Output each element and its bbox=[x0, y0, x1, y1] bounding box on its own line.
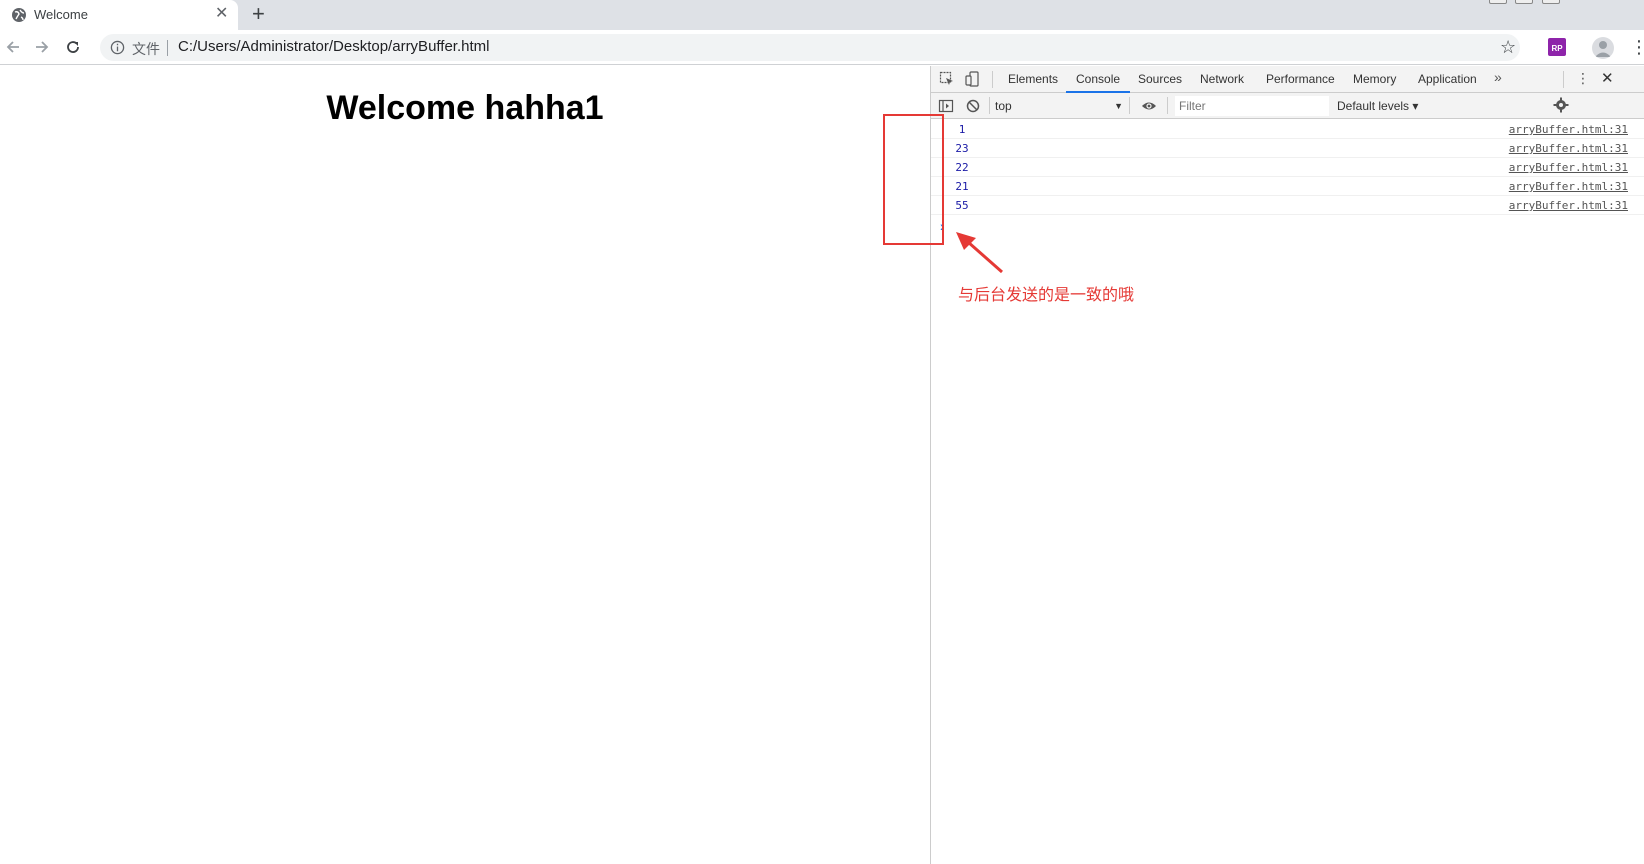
tab-title: Welcome bbox=[34, 7, 88, 22]
tab-close-icon[interactable]: ✕ bbox=[215, 5, 228, 23]
page-heading: Welcome hahha1 bbox=[326, 89, 604, 127]
back-icon[interactable] bbox=[3, 37, 23, 57]
console-row: 55 arryBuffer.html:31 bbox=[931, 196, 1644, 215]
page-viewport: Welcome hahha1 bbox=[0, 66, 930, 864]
log-value: 22 bbox=[955, 161, 969, 174]
bar-separator bbox=[1167, 97, 1168, 114]
bar-separator bbox=[1129, 97, 1130, 114]
source-link[interactable]: arryBuffer.html:31 bbox=[1509, 199, 1628, 212]
eye-icon[interactable] bbox=[1141, 98, 1157, 114]
context-value: top bbox=[995, 99, 1012, 113]
scheme-label: 文件 bbox=[132, 41, 160, 57]
tab-elements[interactable]: Elements bbox=[1008, 66, 1058, 93]
globe-icon bbox=[12, 8, 26, 22]
device-toolbar-icon[interactable] bbox=[965, 71, 981, 87]
source-link[interactable]: arryBuffer.html:31 bbox=[1509, 123, 1628, 136]
tab-strip: Welcome ✕ + bbox=[0, 0, 1644, 30]
log-value: 21 bbox=[955, 180, 969, 193]
tab-separator bbox=[1563, 71, 1564, 88]
reload-icon[interactable] bbox=[63, 37, 83, 57]
screen: Welcome ✕ + 文件 C:/Users/Administrator/De… bbox=[0, 0, 1644, 864]
console-row: 1 arryBuffer.html:31 bbox=[931, 120, 1644, 139]
browser-tab-welcome[interactable]: Welcome ✕ bbox=[0, 0, 238, 30]
browser-menu-icon[interactable]: ⋮ bbox=[1630, 37, 1644, 57]
context-select[interactable]: top ▼ bbox=[995, 97, 1123, 115]
source-link[interactable]: arryBuffer.html:31 bbox=[1509, 142, 1628, 155]
log-value: 23 bbox=[955, 142, 969, 155]
profile-avatar-icon[interactable] bbox=[1592, 37, 1614, 59]
more-tabs-icon[interactable]: » bbox=[1494, 69, 1502, 85]
annotation-arrow-icon bbox=[956, 232, 1003, 274]
source-link[interactable]: arryBuffer.html:31 bbox=[1509, 180, 1628, 193]
annotation-text: 与后台发送的是一致的哦 bbox=[958, 285, 1135, 304]
log-value: 55 bbox=[955, 199, 969, 212]
console-row: 23 arryBuffer.html:31 bbox=[931, 139, 1644, 158]
console-output: 1 arryBuffer.html:31 23 arryBuffer.html:… bbox=[931, 120, 1644, 234]
console-row: 21 arryBuffer.html:31 bbox=[931, 177, 1644, 196]
tab-console[interactable]: Console bbox=[1066, 66, 1131, 93]
log-levels-dropdown[interactable]: Default levels ▾ bbox=[1337, 96, 1418, 116]
source-link[interactable]: arryBuffer.html:31 bbox=[1509, 161, 1628, 174]
forward-icon[interactable] bbox=[32, 37, 52, 57]
extension-rp-icon[interactable]: RP bbox=[1548, 38, 1566, 56]
tab-separator bbox=[992, 71, 993, 88]
url-text[interactable]: C:/Users/Administrator/Desktop/arryBuffe… bbox=[178, 38, 489, 55]
devtools-tab-bar: Elements Console Sources Network Perform… bbox=[931, 66, 1644, 93]
tab-performance[interactable]: Performance bbox=[1266, 66, 1335, 93]
tab-application[interactable]: Application bbox=[1418, 66, 1477, 93]
address-bar[interactable]: 文件 C:/Users/Administrator/Desktop/arryBu… bbox=[100, 34, 1520, 61]
devtools-menu-icon[interactable]: ⋮ bbox=[1576, 70, 1590, 87]
info-icon[interactable] bbox=[110, 40, 125, 55]
bookmark-star-icon[interactable]: ☆ bbox=[1500, 37, 1516, 58]
console-toolbar: top ▼ Default levels ▾ bbox=[931, 93, 1644, 119]
devtools-close-icon[interactable]: ✕ bbox=[1601, 69, 1614, 87]
tab-sources[interactable]: Sources bbox=[1138, 66, 1182, 93]
address-separator bbox=[167, 40, 168, 56]
clear-console-icon[interactable] bbox=[965, 98, 981, 114]
new-tab-button[interactable]: + bbox=[252, 2, 265, 26]
inspect-element-icon[interactable] bbox=[939, 71, 955, 87]
tab-memory[interactable]: Memory bbox=[1353, 66, 1396, 93]
console-row: 22 arryBuffer.html:31 bbox=[931, 158, 1644, 177]
chevron-down-icon: ▼ bbox=[1114, 101, 1123, 111]
tab-network[interactable]: Network bbox=[1200, 66, 1244, 93]
maximize-button[interactable] bbox=[1515, 0, 1533, 4]
minimize-button[interactable] bbox=[1489, 0, 1507, 4]
highlight-box bbox=[883, 114, 944, 245]
browser-toolbar: 文件 C:/Users/Administrator/Desktop/arryBu… bbox=[0, 30, 1644, 65]
filter-input[interactable] bbox=[1175, 96, 1329, 116]
sidebar-toggle-icon[interactable] bbox=[938, 98, 954, 114]
bar-separator bbox=[989, 97, 990, 114]
window-close-button[interactable] bbox=[1542, 0, 1560, 4]
gear-icon[interactable] bbox=[1553, 97, 1569, 113]
log-value: 1 bbox=[958, 123, 966, 136]
person-icon bbox=[1595, 41, 1611, 57]
devtools-panel: Elements Console Sources Network Perform… bbox=[930, 66, 1644, 864]
